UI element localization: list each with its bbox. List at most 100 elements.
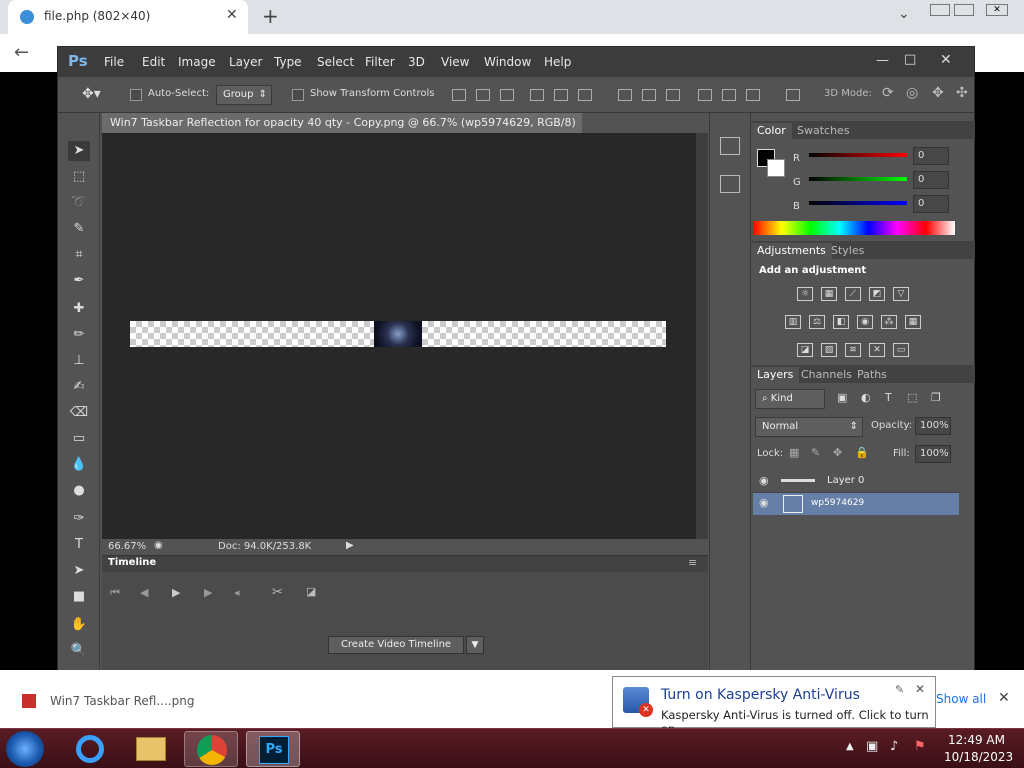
b-value[interactable]: 0 — [913, 195, 949, 213]
settings-pin-icon[interactable]: ✎ — [895, 683, 904, 696]
menu-window[interactable]: Window — [484, 55, 531, 69]
filter-smart-icon[interactable]: ❐ — [931, 391, 941, 404]
zoom-tool-icon[interactable]: 🔍 — [68, 641, 90, 661]
3d-slide-icon[interactable]: ✣ — [956, 85, 968, 101]
prev-frame-icon[interactable]: ◀ — [140, 586, 148, 599]
blend-mode-select[interactable]: Normal ⇕ — [755, 417, 863, 437]
distribute-vcenter-icon[interactable] — [642, 89, 656, 101]
move-tool-icon[interactable]: ➤ — [68, 141, 90, 161]
black-white-icon[interactable]: ◧ — [833, 315, 849, 329]
curves-icon[interactable]: ⟋ — [845, 287, 861, 301]
vibrance-icon[interactable]: ▽ — [893, 287, 909, 301]
auto-align-icon[interactable] — [786, 89, 800, 101]
menu-filter[interactable]: Filter — [365, 55, 395, 69]
lock-position-icon[interactable]: ✥ — [833, 446, 842, 459]
tab-close-icon[interactable]: ✕ — [226, 7, 238, 23]
volume-muted-icon[interactable]: ♪ — [890, 739, 898, 754]
menu-help[interactable]: Help — [544, 55, 571, 69]
dodge-tool-icon[interactable]: ● — [68, 481, 90, 501]
next-frame-icon[interactable]: ▶ — [204, 586, 212, 599]
threshold-icon[interactable]: ≋ — [845, 343, 861, 357]
marquee-tool-icon[interactable]: ⬚ — [68, 167, 90, 187]
clock-date[interactable]: 10/18/2023 — [944, 750, 1013, 764]
color-balance-icon[interactable]: ⚖ — [809, 315, 825, 329]
fill-value[interactable]: 100% — [915, 445, 951, 463]
first-frame-icon[interactable]: ⏮ — [110, 586, 120, 600]
menu-image[interactable]: Image — [178, 55, 216, 69]
opacity-value[interactable]: 100% — [915, 417, 951, 435]
ps-minimize-icon[interactable]: — — [876, 53, 889, 68]
align-hcenter-icon[interactable] — [554, 89, 568, 101]
document-tab[interactable]: Win7 Taskbar Reflection for opacity 40 q… — [102, 113, 582, 149]
3d-pan-icon[interactable]: ✥ — [932, 85, 944, 101]
close-downloads-icon[interactable]: ✕ — [998, 690, 1010, 706]
menu-file[interactable]: File — [104, 55, 124, 69]
tab-color[interactable]: Color — [751, 123, 792, 139]
distribute-left-icon[interactable] — [698, 89, 712, 101]
audio-icon[interactable]: ◂ — [234, 586, 240, 599]
hue-saturation-icon[interactable]: ▥ — [785, 315, 801, 329]
lock-pixels-icon[interactable]: ▦ — [789, 446, 799, 459]
layer-row[interactable]: ◉ wp5974629 — [753, 493, 959, 515]
show-all-link[interactable]: Show all — [936, 692, 986, 706]
crop-tool-icon[interactable]: ⌗ — [68, 245, 90, 265]
color-lookup-icon[interactable]: ▦ — [905, 315, 921, 329]
type-tool-icon[interactable]: T — [68, 535, 90, 555]
align-bottom-icon[interactable] — [500, 89, 514, 101]
minimize-icon[interactable] — [930, 4, 950, 16]
kind-filter[interactable]: ⌕ Kind — [755, 389, 825, 409]
create-video-timeline-button[interactable]: Create Video Timeline — [328, 636, 464, 654]
play-icon[interactable]: ▶ — [172, 586, 180, 599]
align-left-icon[interactable] — [530, 89, 544, 101]
start-button[interactable] — [6, 731, 44, 767]
levels-icon[interactable]: ▦ — [821, 287, 837, 301]
network-icon[interactable]: ▣ — [866, 739, 878, 754]
filter-adjustment-icon[interactable]: ◐ — [861, 391, 871, 404]
blur-tool-icon[interactable]: 💧 — [68, 455, 90, 475]
internet-explorer-icon[interactable] — [62, 731, 116, 767]
menu-select[interactable]: Select — [317, 55, 354, 69]
back-arrow-icon[interactable]: ← — [14, 42, 29, 63]
notification-close-icon[interactable]: ✕ — [915, 682, 925, 696]
tray-expand-icon[interactable]: ▲ — [846, 741, 854, 752]
chrome-taskbar-button[interactable] — [184, 731, 238, 767]
lock-paint-icon[interactable]: ✎ — [811, 446, 820, 459]
3d-roll-icon[interactable]: ◎ — [906, 85, 918, 101]
properties-panel-icon[interactable] — [720, 175, 740, 193]
filter-pixel-icon[interactable]: ▣ — [837, 391, 847, 404]
align-top-icon[interactable] — [452, 89, 466, 101]
group-select[interactable]: Group ⇕ — [216, 85, 272, 105]
history-brush-tool-icon[interactable]: ✍ — [68, 377, 90, 397]
distribute-hcenter-icon[interactable] — [722, 89, 736, 101]
tab-swatches[interactable]: Swatches — [791, 123, 856, 139]
filter-type-icon[interactable]: T — [885, 391, 892, 404]
timeline-dropdown-icon[interactable]: ▼ — [466, 636, 484, 654]
posterize-icon[interactable]: ▨ — [821, 343, 837, 357]
color-spectrum[interactable] — [753, 221, 955, 235]
healing-brush-tool-icon[interactable]: ✚ — [68, 299, 90, 319]
auto-select-checkbox[interactable] — [130, 89, 142, 101]
menu-view[interactable]: View — [441, 55, 469, 69]
align-right-icon[interactable] — [578, 89, 592, 101]
distribute-right-icon[interactable] — [746, 89, 760, 101]
stamp-tool-icon[interactable]: ⊥ — [68, 351, 90, 371]
tab-paths[interactable]: Paths — [851, 367, 893, 383]
selective-color-icon[interactable]: ✕ — [869, 343, 885, 357]
menu-type[interactable]: Type — [274, 55, 302, 69]
g-slider[interactable] — [809, 177, 907, 181]
restore-icon[interactable] — [954, 4, 974, 16]
eyedropper-tool-icon[interactable]: ✒ — [68, 271, 90, 291]
status-info-icon[interactable]: ◉ — [154, 540, 163, 551]
download-filename[interactable]: Win7 Taskbar Refl....png — [50, 694, 194, 708]
exposure-icon[interactable]: ◩ — [869, 287, 885, 301]
hand-tool-icon[interactable]: ✋ — [68, 615, 90, 635]
tab-layers[interactable]: Layers — [751, 367, 800, 383]
split-scissors-icon[interactable]: ✂ — [272, 585, 283, 600]
pen-tool-icon[interactable]: ✑ — [68, 509, 90, 529]
tab-list-chevron-icon[interactable]: ⌄ — [898, 6, 910, 22]
tab-adjustments[interactable]: Adjustments — [751, 243, 832, 259]
timeline-menu-icon[interactable]: ≡ — [688, 556, 697, 569]
gradient-map-icon[interactable]: ▭ — [893, 343, 909, 357]
history-panel-icon[interactable] — [720, 137, 740, 155]
invert-icon[interactable]: ◪ — [797, 343, 813, 357]
